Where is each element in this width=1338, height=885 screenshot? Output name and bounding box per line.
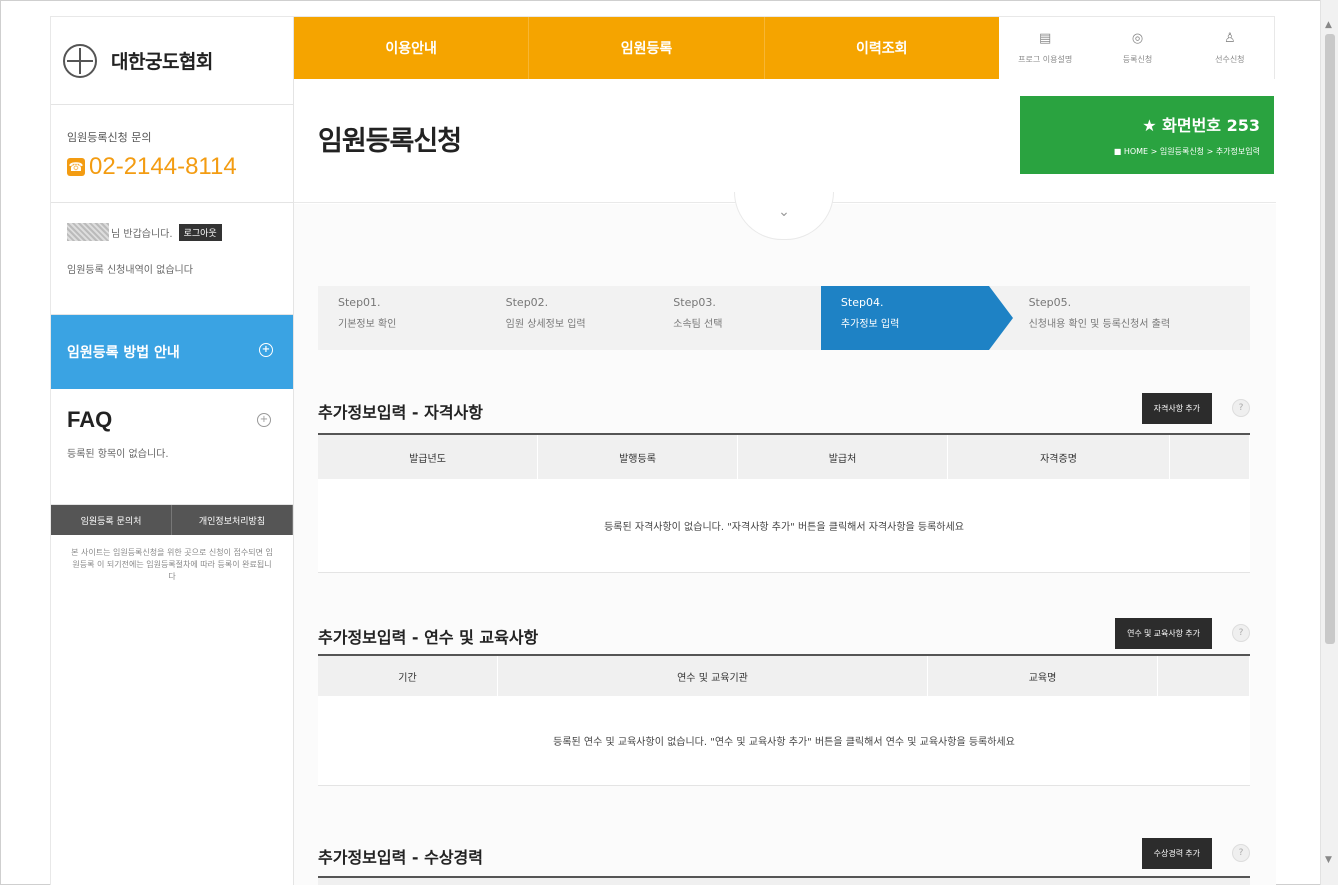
empty-message: 등록된 자격사항이 없습니다. "자격사항 추가" 버튼을 클릭해서 자격사항을… [318,479,1250,573]
col-header: 발급년도 [318,435,538,479]
add-qualification-button[interactable]: 자격사항 추가 [1141,393,1212,424]
help-icon[interactable]: ? [1232,399,1250,417]
breadcrumb: ■ HOME > 임원등록신청 > 추가정보입력 [1113,147,1260,156]
logo-text: 대한궁도협회 [111,51,213,73]
scroll-down-icon[interactable]: ▼ [1325,855,1332,865]
step-num: Step01. [338,296,381,309]
step-label: 소속팀 선택 [673,319,723,330]
qualification-section: 추가정보입력 - 자격사항 자격사항 추가 ? 발급년도 발행등록 발급처 자격… [318,393,1250,573]
nav-item-register[interactable]: 임원등록 [529,17,765,79]
add-education-button[interactable]: 연수 및 교육사항 추가 [1115,618,1212,649]
table-header: 기간 연수 및 교육기관 교육명 [318,656,1250,696]
page: 대한궁도협회 임원등록신청 문의 ☎ 02-2144-8114 님 반갑습니다.… [50,16,1276,885]
step-2: Step02. 임원 상세정보 입력 [486,286,654,350]
step-num: Step04. [840,296,884,309]
util-label: 프로그 이용설명 [1018,54,1073,64]
step-num: Step03. [673,296,716,309]
document-icon: ▤ [1039,30,1052,46]
contact-phone-number: 02-2144-8114 [89,153,237,180]
step-1: Step01. 기본정보 확인 [318,286,486,350]
award-section: 추가정보입력 - 수상경력 수상경력 추가 ? [318,838,1250,885]
screen-number: ★ 화면번호 253 [1142,116,1260,135]
award-table [318,876,1250,885]
faq-plus-icon[interactable]: + [257,413,271,427]
title-bar: 임원등록신청 ★ 화면번호 253 ■ HOME > 임원등록신청 > 추가정보… [294,79,1276,203]
education-table: 기간 연수 및 교육기관 교육명 등록된 연수 및 교육사항이 없습니다. "연… [318,654,1250,786]
user-name-redacted [67,223,109,241]
col-header: 자격증명 [948,435,1170,479]
col-header: 연수 및 교육기관 [498,656,928,696]
main-content: 임원등록신청 ★ 화면번호 253 ■ HOME > 임원등록신청 > 추가정보… [294,79,1276,885]
scroll-up-icon[interactable]: ▲ [1325,20,1332,30]
plus-icon: + [259,343,273,357]
logout-button[interactable]: 로그아웃 [178,223,222,241]
add-award-button[interactable]: 수상경력 추가 [1141,838,1212,869]
step-num: Step02. [505,296,549,309]
section-title: 추가정보입력 - 연수 및 교육사항 [318,628,539,647]
step-label: 기본정보 확인 [338,319,397,330]
step-3: Step03. 소속팀 선택 [653,286,821,350]
step-num: Step05. [1028,296,1072,309]
scroll-thumb[interactable] [1325,34,1335,644]
step-indicator: Step01. 기본정보 확인 Step02. 임원 상세정보 입력 Step0… [318,286,1250,350]
welcome-box: 님 반갑습니다. 로그아웃 임원등록 신청내역이 없습니다 [51,203,293,315]
no-apply-text: 임원등록 신청내역이 없습니다 [67,265,193,276]
empty-message: 등록된 연수 및 교육사항이 없습니다. "연수 및 교육사항 추가" 버튼을 … [318,696,1250,786]
page-title: 임원등록신청 [318,126,462,157]
method-guide-button[interactable]: 임원등록 방법 안내 + [51,315,293,389]
education-section: 추가정보입력 - 연수 및 교육사항 연수 및 교육사항 추가 ? 기간 연수 … [318,618,1250,786]
contact-label: 임원등록신청 문의 [67,131,152,144]
util-label: 선수신청 [1215,54,1245,64]
sidebar-note: 본 사이트는 임원등록신청을 위한 곳으로 신청이 접수되면 임원등록 이 되기… [71,548,273,581]
col-header: 기간 [318,656,498,696]
contact-box: 임원등록신청 문의 ☎ 02-2144-8114 [51,105,293,203]
privacy-policy-button[interactable]: 개인정보처리방침 [172,505,293,535]
col-header-empty [1170,435,1250,479]
help-icon[interactable]: ? [1232,844,1250,862]
table-header: 발급년도 발행등록 발급처 자격증명 [318,435,1250,479]
util-label: 등록신청 [1122,54,1153,64]
contact-phone: ☎ 02-2144-8114 [67,153,293,181]
logo[interactable]: 대한궁도협회 [51,17,293,105]
section-title: 추가정보입력 - 수상경력 [318,848,483,867]
sidebar-dark-buttons: 임원등록 문의처 개인정보처리방침 [51,505,293,535]
method-guide-label: 임원등록 방법 안내 [67,345,180,361]
phone-icon: ☎ [67,158,85,176]
col-header-empty [1158,656,1250,696]
target-icon: ◎ [1131,30,1144,46]
contact-info-button[interactable]: 임원등록 문의처 [51,505,172,535]
step-label: 추가정보 입력 [840,319,900,330]
help-icon[interactable]: ? [1232,624,1250,642]
faq-box: FAQ 등록된 항목이 없습니다. + [51,389,293,505]
step-4-active: Step04. 추가정보 입력 [820,286,1013,350]
col-header: 발급처 [738,435,948,479]
section-title: 추가정보입력 - 자격사항 [318,403,483,422]
util-program-guide[interactable]: ▤ 프로그 이용설명 [999,17,1091,79]
utility-menu: ▤ 프로그 이용설명 ◎ 등록신청 ♙ 선수신청 [999,17,1276,79]
welcome-text: 님 반갑습니다. [111,228,173,240]
qualification-table: 발급년도 발행등록 발급처 자격증명 등록된 자격사항이 없습니다. "자격사항… [318,433,1250,573]
faq-sub: 등록된 항목이 없습니다. [67,449,169,460]
screen-info-box: ★ 화면번호 253 ■ HOME > 임원등록신청 > 추가정보입력 [1020,96,1274,174]
sidebar: 대한궁도협회 임원등록신청 문의 ☎ 02-2144-8114 님 반갑습니다.… [51,17,294,885]
person-icon: ♙ [1223,30,1236,46]
step-label: 임원 상세정보 입력 [505,319,586,330]
content-body: Step01. 기본정보 확인 Step02. 임원 상세정보 입력 Step0… [294,204,1276,885]
top-nav: 이용안내 임원등록 이력조회 [294,17,999,79]
col-header: 발행등록 [538,435,738,479]
logo-icon [63,43,97,78]
nav-item-guide[interactable]: 이용안내 [294,17,530,79]
util-player-apply[interactable]: ♙ 선수신청 [1184,17,1276,79]
step-label: 신청내용 확인 및 등록신청서 출력 [1028,319,1171,330]
step-5: Step05. 신청내용 확인 및 등록신청서 출력 [989,286,1250,350]
util-register-apply[interactable]: ◎ 등록신청 [1091,17,1183,79]
col-header: 교육명 [928,656,1158,696]
nav-item-history[interactable]: 이력조회 [765,17,999,79]
scrollbar[interactable]: ▲ ▼ [1320,0,1338,885]
